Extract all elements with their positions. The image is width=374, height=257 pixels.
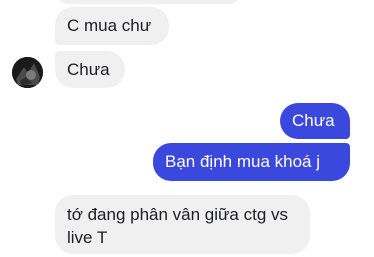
message-text: C mua chư xyxy=(67,16,152,35)
avatar-image-icon xyxy=(12,57,43,88)
message-bubble-incoming[interactable]: C mua chư xyxy=(55,7,169,45)
message-bubble-incoming[interactable]: tớ đang phân vân giữa ctg vs live T xyxy=(55,195,310,254)
message-text: Chưa xyxy=(292,111,335,130)
message-text: Bạn định mua khoá j xyxy=(165,152,320,171)
message-bubble-incoming[interactable]: Chưa xyxy=(55,51,125,88)
contact-avatar[interactable] xyxy=(12,57,43,88)
message-bubble-outgoing[interactable]: Bạn định mua khoá j xyxy=(153,143,350,181)
message-bubble-outgoing[interactable]: Chưa xyxy=(280,103,350,139)
message-text: tớ đang phân vân giữa ctg vs live T xyxy=(67,205,288,247)
message-text: Chưa xyxy=(67,60,110,79)
previous-message-bubble xyxy=(55,0,243,4)
